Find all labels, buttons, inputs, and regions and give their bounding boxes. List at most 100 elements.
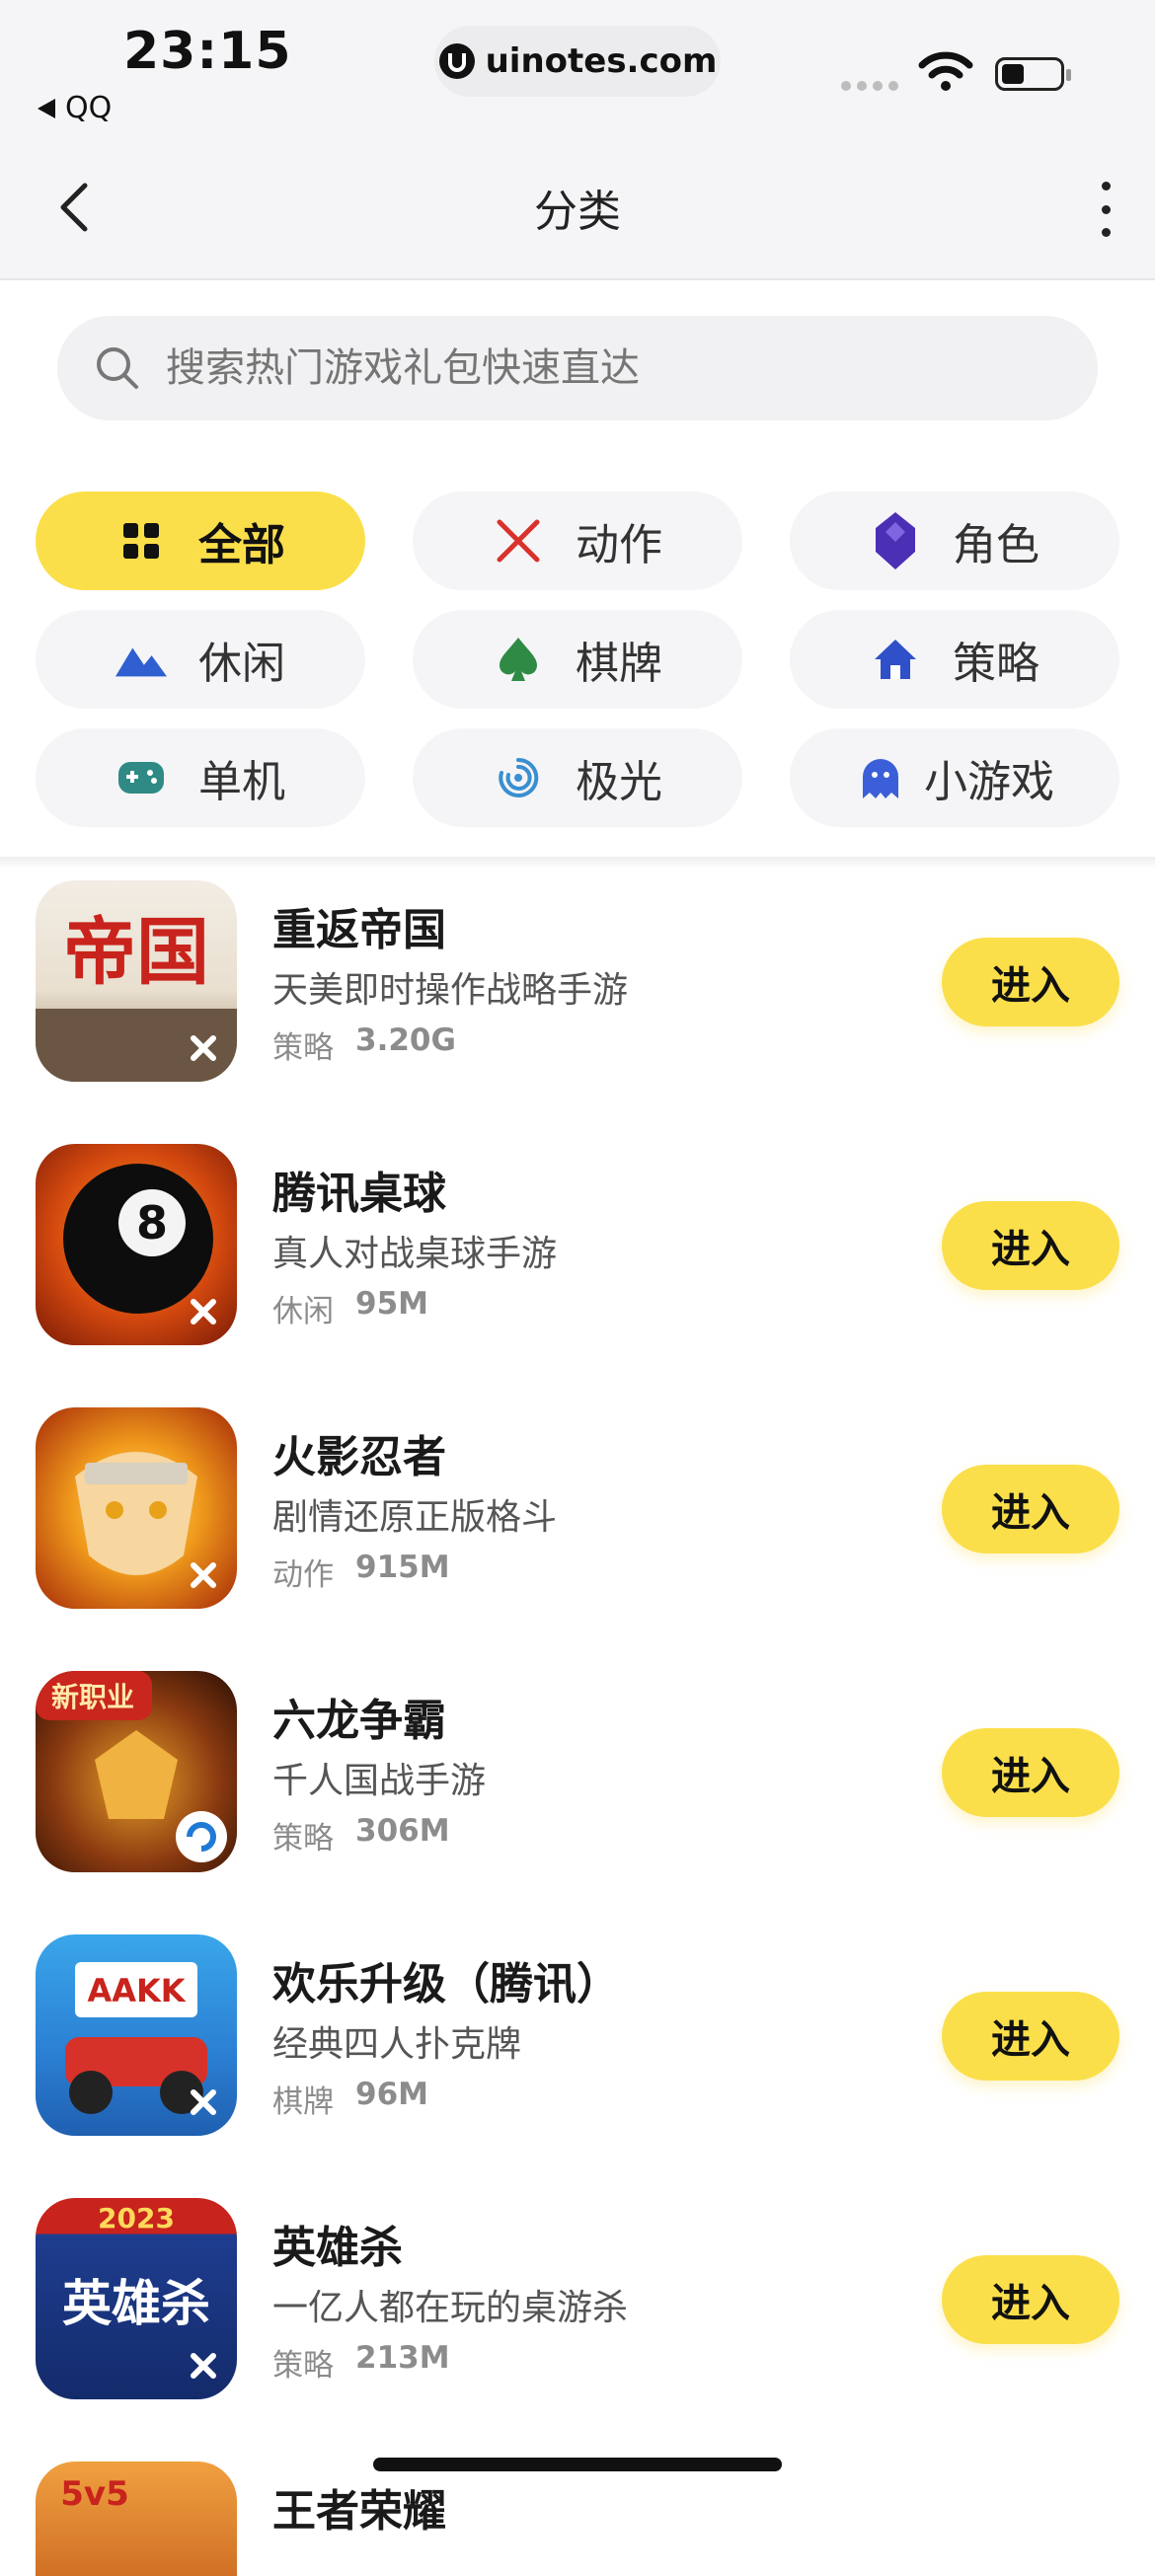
thumb-text: 新职业: [51, 1681, 134, 1713]
game-category: 策略: [272, 1821, 334, 1856]
thumb-text: AAKK: [87, 1972, 186, 2009]
enter-button[interactable]: 进入: [942, 1201, 1119, 1290]
game-description: 一亿人都在玩的桌游杀: [272, 2288, 629, 2328]
status-time: 23:15: [123, 22, 292, 81]
thumb-text: 8: [136, 1196, 168, 1250]
category-action[interactable]: 动作: [413, 492, 742, 590]
spade-icon: [493, 634, 544, 685]
game-thumbnail: 2023 英雄杀: [36, 2198, 237, 2399]
enter-button[interactable]: 进入: [942, 2255, 1119, 2344]
wifi-icon: [918, 51, 973, 91]
category-label: 单机: [198, 757, 285, 807]
game-name: 欢乐升级（腾讯）: [272, 1959, 620, 2009]
category-label: 全部: [198, 520, 285, 570]
url-text: uinotes.com: [485, 41, 718, 81]
category-aurora[interactable]: 极光: [413, 728, 742, 827]
thumb-badge: 2023: [98, 2202, 175, 2235]
thumb-text: 英雄杀: [62, 2274, 210, 2332]
game-description: 经典四人扑克牌: [272, 2024, 522, 2065]
game-size: 3.20G: [355, 1023, 456, 1058]
game-size: 306M: [355, 1813, 450, 1849]
game-meta: 棋牌 96M: [272, 2077, 428, 2121]
game-size: 95M: [355, 1286, 428, 1322]
game-category: 休闲: [272, 1294, 334, 1329]
house-icon: [870, 634, 921, 685]
search-icon: [97, 347, 138, 389]
game-thumbnail: [36, 1407, 237, 1609]
game-size: 96M: [355, 2077, 428, 2112]
category-role[interactable]: 角色: [790, 492, 1119, 590]
enter-button[interactable]: 进入: [942, 938, 1119, 1026]
list-item[interactable]: 新职业 六龙争霸 千人国战手游 策略 306M 进入: [0, 1667, 1155, 1931]
category-grid: 全部 动作 角色 休闲 棋牌 策略 单机 极光 小游戏: [36, 492, 1119, 827]
game-name: 重返帝国: [272, 905, 446, 955]
game-thumbnail: 帝国: [36, 880, 237, 1082]
back-app-label: QQ: [65, 91, 113, 125]
category-label: 小游戏: [924, 757, 1054, 807]
category-label: 休闲: [198, 639, 285, 689]
url-bar[interactable]: uinotes.com: [434, 26, 721, 97]
page-title: 分类: [534, 187, 621, 237]
list-item[interactable]: 5v5 王者荣耀: [0, 2458, 1155, 2576]
game-thumbnail: 8: [36, 1144, 237, 1345]
game-name: 六龙争霸: [272, 1696, 446, 1746]
list-item[interactable]: AAKK 欢乐升级（腾讯） 经典四人扑克牌 棋牌 96M 进入: [0, 1931, 1155, 2194]
game-meta: 策略 213M: [272, 2340, 450, 2385]
game-description: 天美即时操作战略手游: [272, 970, 629, 1011]
game-size: 915M: [355, 1550, 450, 1585]
game-meta: 策略 306M: [272, 1813, 450, 1857]
search-input[interactable]: [164, 344, 958, 392]
game-name: 腾讯桌球: [272, 1169, 446, 1219]
grid-icon: [116, 515, 167, 567]
category-standalone[interactable]: 单机: [36, 728, 365, 827]
site-logo-icon: [438, 43, 475, 79]
crystal-icon: [870, 512, 921, 569]
thumb-text: 5v5: [60, 2474, 128, 2514]
game-name: 英雄杀: [272, 2223, 403, 2273]
game-category: 棋牌: [272, 2084, 334, 2120]
game-description: 剧情还原正版格斗: [272, 1497, 558, 1538]
category-chess-cards[interactable]: 棋牌: [413, 610, 742, 709]
ghost-icon: [855, 752, 906, 803]
game-size: 213M: [355, 2340, 450, 2376]
thumb-text: 帝国: [63, 910, 209, 995]
enter-button[interactable]: 进入: [942, 1992, 1119, 2081]
signal-icon: [841, 81, 898, 91]
nav-bar: 分类: [0, 138, 1155, 280]
list-item[interactable]: 2023 英雄杀 英雄杀 一亿人都在玩的桌游杀 策略 213M 进入: [0, 2194, 1155, 2458]
category-label: 策略: [953, 639, 1040, 689]
game-meta: 动作 915M: [272, 1550, 450, 1594]
game-meta: 策略 3.20G: [272, 1023, 456, 1067]
section-divider: [0, 857, 1155, 869]
category-label: 棋牌: [576, 639, 662, 689]
list-item[interactable]: 8 腾讯桌球 真人对战桌球手游 休闲 95M 进入: [0, 1140, 1155, 1403]
game-category: 策略: [272, 2348, 334, 2384]
category-label: 动作: [576, 520, 662, 570]
game-description: 真人对战桌球手游: [272, 1234, 558, 1274]
category-label: 角色: [953, 520, 1040, 570]
aurora-icon: [493, 752, 544, 803]
enter-button[interactable]: 进入: [942, 1728, 1119, 1817]
list-item[interactable]: 帝国 重返帝国 天美即时操作战略手游 策略 3.20G 进入: [0, 876, 1155, 1140]
game-thumbnail: AAKK: [36, 1934, 237, 2136]
search-bar[interactable]: [57, 316, 1098, 420]
game-meta: 休闲 95M: [272, 1286, 428, 1330]
back-triangle-icon: [38, 98, 55, 118]
enter-button[interactable]: 进入: [942, 1465, 1119, 1553]
category-mini-games[interactable]: 小游戏: [790, 728, 1119, 827]
mountain-icon: [116, 634, 167, 685]
category-label: 极光: [576, 757, 662, 807]
game-category: 策略: [272, 1030, 334, 1066]
category-all[interactable]: 全部: [36, 492, 365, 590]
back-to-app-link[interactable]: QQ: [38, 91, 112, 125]
crossed-swords-icon: [493, 515, 544, 567]
status-bar: 23:15 QQ uinotes.com: [0, 0, 1155, 138]
battery-icon: [995, 57, 1071, 91]
more-options-icon[interactable]: [1096, 182, 1116, 237]
category-strategy[interactable]: 策略: [790, 610, 1119, 709]
game-thumbnail: 新职业: [36, 1671, 237, 1872]
game-thumbnail: 5v5: [36, 2462, 237, 2576]
category-casual[interactable]: 休闲: [36, 610, 365, 709]
list-item[interactable]: 火影忍者 剧情还原正版格斗 动作 915M 进入: [0, 1403, 1155, 1667]
game-category: 动作: [272, 1557, 334, 1593]
